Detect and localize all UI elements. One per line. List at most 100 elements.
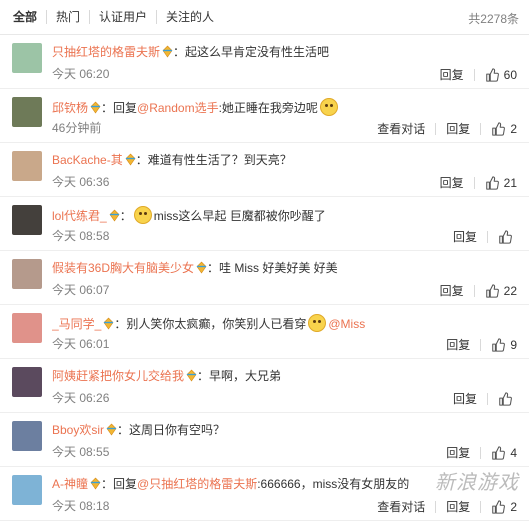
avatar[interactable] bbox=[12, 97, 42, 127]
comment-username[interactable]: 阿姨赶紧把你女儿交给我 bbox=[52, 369, 184, 383]
divider bbox=[480, 500, 482, 513]
avatar[interactable] bbox=[12, 421, 42, 451]
comment-row: 假装有36D胸大有脑美少女 ：哇 Miss 好美好美 好美 今天 06:07 回复 22 bbox=[0, 251, 529, 305]
comment-body: ： bbox=[119, 209, 132, 223]
comment-text-line: A-神瞳 ：回复@只抽红塔的格雷夫斯:666666，miss没有女朋友的 bbox=[52, 476, 459, 493]
comment-actions: 回复 9 bbox=[446, 336, 517, 353]
tab-verified[interactable]: 认证用户 bbox=[89, 10, 156, 24]
like-button[interactable]: 22 bbox=[485, 284, 517, 298]
thumbs-up-icon bbox=[485, 67, 499, 82]
comment-username[interactable]: lol代练君_ bbox=[52, 209, 107, 223]
comment-body: ：别人笑你太疯癫，你笑别人已看穿 bbox=[114, 317, 307, 331]
avatar[interactable] bbox=[12, 313, 42, 343]
reply-link[interactable]: 回复 bbox=[453, 390, 477, 407]
comment-row: Bboy欢sir ：这周日你有空吗？ 今天 08:55 回复 4 bbox=[0, 413, 529, 467]
comment-reply-prefix: ：回复 bbox=[101, 477, 138, 491]
like-button[interactable] bbox=[498, 229, 517, 244]
divider bbox=[473, 284, 475, 297]
like-button[interactable]: 4 bbox=[491, 446, 517, 460]
like-count: 4 bbox=[510, 445, 517, 460]
like-button[interactable] bbox=[498, 391, 517, 406]
verified-badge-icon bbox=[104, 423, 117, 437]
comment-mention[interactable]: @只抽红塔的格雷夫斯 bbox=[137, 477, 257, 491]
comment-time: 今天 06:20 bbox=[52, 67, 110, 81]
verified-badge-icon bbox=[107, 209, 120, 223]
avatar[interactable] bbox=[12, 475, 42, 505]
comment-row: 阿姨赶紧把你女儿交给我 ：早啊，大兄弟 今天 06:26 回复 bbox=[0, 359, 529, 413]
reply-link[interactable]: 回复 bbox=[446, 336, 470, 353]
comment-time: 今天 06:26 bbox=[52, 391, 110, 405]
like-button[interactable]: 2 bbox=[491, 122, 517, 136]
comment-username[interactable]: 只抽红塔的格雷夫斯 bbox=[52, 45, 160, 59]
tab-hot[interactable]: 热门 bbox=[46, 10, 89, 24]
comment-actions: 查看对话 回复 2 bbox=[377, 498, 517, 515]
reply-link[interactable]: 回复 bbox=[440, 66, 464, 83]
like-button[interactable]: 2 bbox=[491, 500, 517, 514]
comment-time: 今天 06:01 bbox=[52, 337, 110, 351]
comment-mention[interactable]: @Random选手 bbox=[137, 101, 219, 115]
reply-link[interactable]: 回复 bbox=[446, 498, 470, 515]
comment-username[interactable]: 假装有36D胸大有脑美少女 bbox=[52, 261, 194, 275]
comment-actions: 回复 bbox=[453, 390, 517, 407]
view-thread-link[interactable]: 查看对话 bbox=[377, 120, 425, 137]
tab-following[interactable]: 关注的人 bbox=[156, 10, 223, 24]
comment-time: 今天 08:58 bbox=[52, 229, 110, 243]
comment-actions: 回复 60 bbox=[440, 66, 517, 83]
avatar[interactable] bbox=[12, 43, 42, 73]
comment-row: 邱钦杨 ：回复@Random选手:她正睡在我旁边呢 46分钟前 查看对话 回复 2 bbox=[0, 89, 529, 143]
filter-tabs: 全部 热门 认证用户 关注的人 共2278条 bbox=[0, 0, 529, 35]
comment-time: 今天 06:36 bbox=[52, 175, 110, 189]
divider bbox=[487, 392, 488, 405]
reply-link[interactable]: 回复 bbox=[453, 228, 477, 245]
verified-badge-icon bbox=[88, 101, 101, 115]
comment-time: 今天 08:55 bbox=[52, 445, 110, 459]
divider bbox=[435, 500, 437, 513]
comment-text-line: lol代练君_ ： miss这么早起 巨魔都被你吵醒了 bbox=[52, 206, 459, 225]
comment-actions: 回复 bbox=[453, 228, 517, 245]
comment-text-line: Bboy欢sir ：这周日你有空吗？ bbox=[52, 422, 459, 439]
comment-row: _马同学_ ：别人笑你太疯癫，你笑别人已看穿 @Miss 今天 06:01 回复 9 bbox=[0, 305, 529, 359]
comment-body: ：哇 Miss 好美好美 好美 bbox=[207, 261, 338, 275]
like-count: 60 bbox=[503, 67, 517, 82]
divider bbox=[480, 338, 482, 351]
comment-username[interactable]: A-神瞳 bbox=[52, 477, 88, 491]
verified-badge-icon bbox=[88, 477, 101, 491]
comment-time: 46分钟前 bbox=[52, 121, 102, 135]
comment-mention[interactable]: @Miss bbox=[328, 317, 365, 331]
like-button[interactable]: 21 bbox=[485, 176, 517, 190]
avatar[interactable] bbox=[12, 151, 42, 181]
comment-text-line: BacKache-其 ：难道有性生活了？到天亮？ bbox=[52, 152, 459, 169]
avatar[interactable] bbox=[12, 259, 42, 289]
comment-row: lol代练君_ ： miss这么早起 巨魔都被你吵醒了今天 08:58 回复 bbox=[0, 197, 529, 251]
verified-badge-icon bbox=[184, 369, 197, 383]
view-thread-link[interactable]: 查看对话 bbox=[377, 498, 425, 515]
verified-badge-icon bbox=[194, 261, 207, 275]
comment-username[interactable]: Bboy欢sir bbox=[52, 423, 104, 437]
comment-text-line: 阿姨赶紧把你女儿交给我 ：早啊，大兄弟 bbox=[52, 368, 459, 385]
like-count: 2 bbox=[510, 499, 517, 514]
comment-username[interactable]: 邱钦杨 bbox=[52, 101, 88, 115]
emoji-icon bbox=[319, 98, 338, 116]
avatar[interactable] bbox=[12, 205, 42, 235]
comment-username[interactable]: _马同学_ bbox=[52, 317, 101, 331]
like-button[interactable]: 9 bbox=[491, 338, 517, 352]
comment-username[interactable]: BacKache-其 bbox=[52, 153, 123, 167]
comment-list: 只抽红塔的格雷夫斯 ：起这么早肯定没有性生活吧 今天 06:20 回复 60 邱钦杨 ：回复… bbox=[0, 35, 529, 521]
avatar[interactable] bbox=[12, 367, 42, 397]
reply-link[interactable]: 回复 bbox=[440, 282, 464, 299]
divider bbox=[480, 446, 482, 459]
comment-actions: 查看对话 回复 2 bbox=[377, 120, 517, 137]
comment-body: ：这周日你有空吗？ bbox=[117, 423, 226, 437]
divider bbox=[480, 122, 482, 135]
reply-link[interactable]: 回复 bbox=[446, 444, 470, 461]
comment-body-cont: miss这么早起 巨魔都被你吵醒了 bbox=[153, 209, 326, 223]
comment-time: 今天 08:18 bbox=[52, 499, 110, 513]
comment-row: BacKache-其 ：难道有性生活了？到天亮？ 今天 06:36 回复 21 bbox=[0, 143, 529, 197]
reply-link[interactable]: 回复 bbox=[446, 120, 470, 137]
comment-body: :666666，miss没有女朋友的 bbox=[257, 477, 410, 491]
tab-all[interactable]: 全部 bbox=[13, 10, 46, 24]
thumbs-up-icon bbox=[491, 121, 506, 136]
like-button[interactable]: 60 bbox=[485, 68, 517, 82]
thumbs-up-icon bbox=[485, 175, 499, 190]
reply-link[interactable]: 回复 bbox=[440, 174, 464, 191]
